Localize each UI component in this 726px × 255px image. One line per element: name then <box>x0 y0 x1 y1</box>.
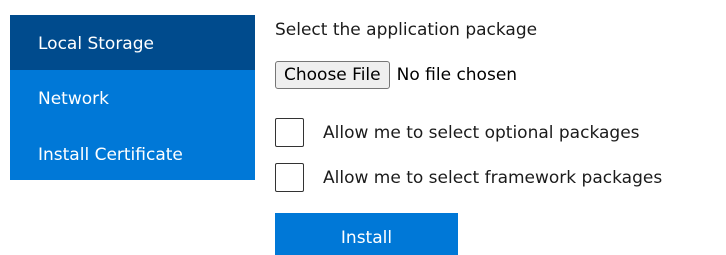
framework-packages-checkbox[interactable] <box>275 163 304 192</box>
file-input-row: Choose File No file chosen <box>275 61 517 89</box>
optional-packages-checkbox[interactable] <box>275 118 304 147</box>
sidebar-item-local-storage[interactable]: Local Storage <box>10 15 255 70</box>
install-button[interactable]: Install <box>275 213 458 255</box>
file-status-text: No file chosen <box>396 65 518 85</box>
sidebar-item-network[interactable]: Network <box>10 70 255 126</box>
framework-packages-label[interactable]: Allow me to select framework packages <box>323 168 662 188</box>
sidebar: Local Storage Network Install Certificat… <box>10 15 255 180</box>
sidebar-item-install-certificate[interactable]: Install Certificate <box>10 126 255 180</box>
app-root: Local Storage Network Install Certificat… <box>0 0 726 255</box>
optional-packages-option: Allow me to select optional packages <box>275 118 640 147</box>
main-panel: Select the application package Choose Fi… <box>275 0 726 255</box>
optional-packages-label[interactable]: Allow me to select optional packages <box>323 123 640 143</box>
choose-file-button[interactable]: Choose File <box>275 61 390 89</box>
package-heading: Select the application package <box>275 20 538 40</box>
framework-packages-option: Allow me to select framework packages <box>275 163 662 192</box>
